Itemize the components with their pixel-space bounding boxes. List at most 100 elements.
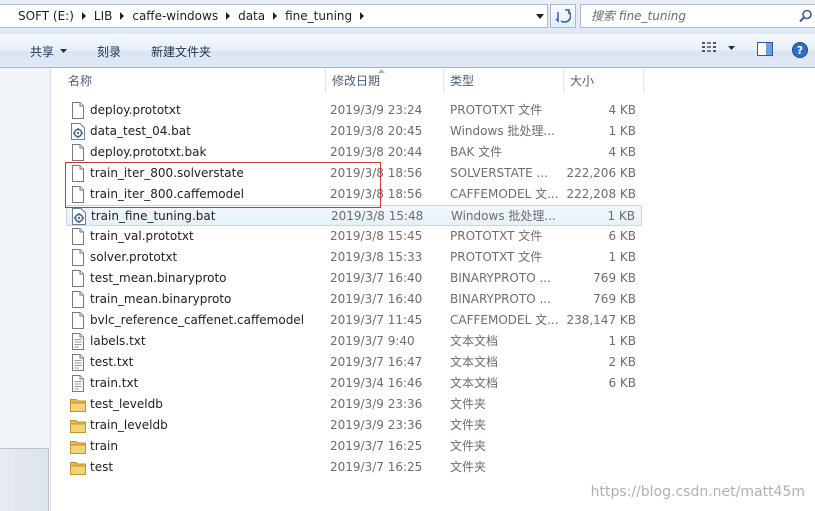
search-box[interactable] — [580, 4, 815, 28]
chevron-down-icon — [536, 13, 544, 19]
column-header-row: 名称 修改日期 类型 大小 — [52, 68, 815, 94]
file-modified-date: 2019/3/8 15:48 — [331, 209, 424, 223]
breadcrumb-caffe-windows[interactable]: caffe-windows — [128, 9, 222, 23]
file-row[interactable]: test 2019/3/7 16:25 文件夹 — [66, 457, 642, 478]
breadcrumb-drive[interactable]: SOFT (E:) — [14, 9, 78, 23]
nav-pane-scrollbar[interactable] — [0, 448, 49, 511]
file-size: 222,206 KB — [566, 166, 636, 180]
breadcrumb-fine-tuning[interactable]: fine_tuning — [281, 9, 356, 23]
file-row[interactable]: train_iter_800.caffemodel 2019/3/8 18:56 C… — [66, 184, 642, 205]
file-row[interactable]: train_fine_tuning.bat 2019/3/8 15:48 Windo… — [66, 205, 642, 226]
help-icon: ? — [792, 42, 808, 58]
file-size: 769 KB — [593, 292, 636, 306]
file-icon — [70, 312, 86, 329]
file-row[interactable]: data_test_04.bat 2019/3/8 20:45 Windows 批处… — [66, 121, 642, 142]
file-row[interactable]: test_leveldb 2019/3/9 23:36 文件夹 — [66, 394, 642, 415]
column-date-label: 修改日期 — [332, 74, 381, 88]
breadcrumb-data[interactable]: data — [234, 9, 269, 23]
file-icon — [70, 165, 86, 182]
file-size: 222,208 KB — [566, 187, 636, 201]
refresh-icon — [555, 9, 571, 23]
file-modified-date: 2019/3/9 23:24 — [330, 103, 423, 117]
new-folder-button[interactable]: 新建文件夹 — [151, 42, 211, 60]
batch-file-icon — [71, 208, 87, 225]
share-button[interactable]: 共享 — [30, 42, 68, 60]
file-size: 1 KB — [608, 124, 636, 138]
file-row[interactable]: deploy.prototxt.bak 2019/3/8 20:44 BAK 文件 4… — [66, 142, 642, 163]
column-header-size[interactable]: 大小 — [564, 68, 644, 94]
file-modified-date: 2019/3/7 16:40 — [330, 271, 423, 285]
chevron-right-icon[interactable] — [222, 12, 234, 20]
file-row[interactable]: train_iter_800.solverstate 2019/3/8 18:56… — [66, 163, 642, 184]
file-icon — [70, 186, 86, 203]
address-bar[interactable]: SOFT (E:) LIB caffe-windows data fine_tu… — [0, 4, 548, 28]
file-row[interactable]: deploy.prototxt 2019/3/9 23:24 PROTOTXT 文件… — [66, 100, 642, 121]
help-button[interactable]: ? — [792, 42, 808, 58]
file-modified-date: 2019/3/7 16:25 — [330, 460, 423, 474]
file-row[interactable]: train 2019/3/7 16:25 文件夹 — [66, 436, 642, 457]
file-type: Windows 批处理... — [451, 209, 556, 223]
file-modified-date: 2019/3/4 16:46 — [330, 376, 423, 390]
file-size: 6 KB — [608, 376, 636, 390]
text-file-icon — [70, 375, 86, 392]
file-name: data_test_04.bat — [90, 124, 191, 138]
file-row[interactable]: bvlc_reference_caffenet.caffemodel 2019/3… — [66, 310, 642, 331]
file-type: CAFFEMODEL 文... — [450, 313, 558, 327]
chevron-right-icon[interactable] — [78, 12, 90, 20]
file-row[interactable]: train_mean.binaryproto 2019/3/7 16:40 BINA… — [66, 289, 642, 310]
file-type: BAK 文件 — [450, 145, 503, 159]
file-name: train_mean.binaryproto — [90, 292, 232, 306]
navigation-pane[interactable] — [0, 68, 51, 511]
file-name: test_leveldb — [90, 397, 163, 411]
file-modified-date: 2019/3/7 16:47 — [330, 355, 423, 369]
file-name: deploy.prototxt — [90, 103, 181, 117]
watermark: https://blog.csdn.net/matt45m — [590, 484, 805, 500]
view-list-icon — [702, 42, 716, 52]
column-header-date[interactable]: 修改日期 — [326, 68, 444, 94]
file-row[interactable]: train_leveldb 2019/3/9 23:36 文件夹 — [66, 415, 642, 436]
file-icon — [70, 102, 86, 119]
burn-label: 刻录 — [97, 44, 122, 59]
file-type: 文件夹 — [450, 397, 487, 411]
file-name: train_fine_tuning.bat — [91, 209, 216, 223]
file-type: PROTOTXT 文件 — [450, 229, 543, 243]
preview-pane-icon — [757, 42, 773, 56]
file-name: train_iter_800.caffemodel — [90, 187, 244, 201]
folder-icon — [70, 459, 86, 476]
preview-pane-button[interactable] — [757, 42, 773, 56]
burn-button[interactable]: 刻录 — [97, 42, 121, 60]
file-type: 文本文档 — [450, 334, 499, 348]
column-header-name[interactable]: 名称 — [62, 68, 326, 94]
file-size: 769 KB — [593, 271, 636, 285]
file-type: PROTOTXT 文件 — [450, 250, 543, 264]
search-input[interactable] — [591, 7, 791, 25]
file-icon — [70, 291, 86, 308]
chevron-right-icon[interactable] — [116, 12, 128, 20]
file-modified-date: 2019/3/7 11:45 — [330, 313, 423, 327]
chevron-right-icon[interactable] — [356, 12, 368, 20]
file-name: bvlc_reference_caffenet.caffemodel — [90, 313, 305, 327]
text-file-icon — [70, 354, 86, 371]
refresh-button[interactable] — [550, 4, 576, 28]
change-view-button[interactable] — [702, 42, 735, 54]
search-icon[interactable] — [799, 9, 813, 26]
column-name-label: 名称 — [68, 74, 93, 88]
file-size: 6 KB — [608, 229, 636, 243]
breadcrumb-lib[interactable]: LIB — [90, 9, 116, 23]
folder-icon — [70, 417, 86, 434]
file-row[interactable]: train.txt 2019/3/4 16:46 文本文档 6 KB — [66, 373, 642, 394]
file-row[interactable]: labels.txt 2019/3/7 9:40 文本文档 1 KB — [66, 331, 642, 352]
file-icon — [70, 144, 86, 161]
column-header-type[interactable]: 类型 — [444, 68, 564, 94]
file-type: 文件夹 — [450, 418, 487, 432]
file-row[interactable]: solver.prototxt 2019/3/8 15:33 PROTOTXT 文件… — [66, 247, 642, 268]
file-row[interactable]: train_val.prototxt 2019/3/8 15:45 PROTOTXT… — [66, 226, 642, 247]
file-row[interactable]: test_mean.binaryproto 2019/3/7 16:40 BINAR… — [66, 268, 642, 289]
chevron-right-icon[interactable] — [269, 12, 281, 20]
file-row[interactable]: test.txt 2019/3/7 16:47 文本文档 2 KB — [66, 352, 642, 373]
file-name: train_val.prototxt — [90, 229, 194, 243]
file-name: test.txt — [90, 355, 134, 369]
column-type-label: 类型 — [450, 74, 475, 88]
address-history-dropdown[interactable] — [533, 5, 547, 27]
column-size-label: 大小 — [570, 74, 595, 88]
